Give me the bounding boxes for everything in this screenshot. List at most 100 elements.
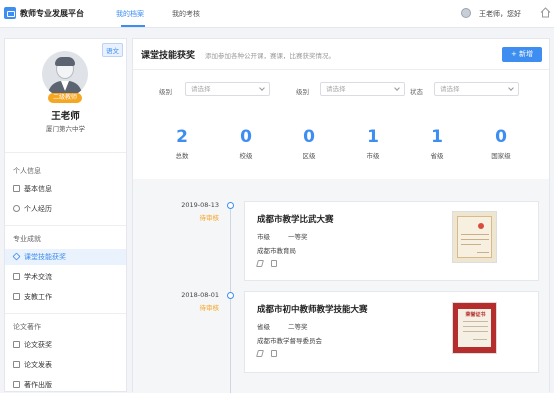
record-date: 2019-08-13 [181, 201, 219, 209]
add-button[interactable]: + 新增 [502, 47, 542, 62]
record-date: 2018-08-01 [181, 291, 219, 299]
paper-award-icon [13, 341, 20, 348]
sidebar-item-label: 论文获奖 [24, 341, 52, 349]
divider [5, 152, 126, 153]
subject-tag: 语文 [102, 43, 123, 57]
stat-value: 0 [495, 127, 507, 147]
award-prize: 一等奖 [288, 233, 308, 241]
sidebar-item-skill-awards[interactable]: 课堂技能获奖 [5, 249, 126, 265]
top-bar: 教师专业发展平台 我的档案 我的考核 王老师，您好 [0, 0, 554, 28]
select-placeholder: 请选择 [191, 85, 211, 93]
profile-avatar [42, 51, 88, 97]
section-papers: 论文著作 [13, 323, 41, 331]
filter-label: 状态 [410, 88, 423, 96]
stat-value: 1 [431, 127, 443, 147]
stat-value: 0 [303, 127, 315, 147]
chevron-down-icon [259, 85, 265, 91]
level-badge: 二级教师 [48, 93, 82, 103]
sidebar-item-label: 论文发表 [24, 361, 52, 369]
sidebar-item-label: 著作出版 [24, 381, 52, 389]
award-title: 成都市教学比武大赛 [257, 215, 334, 225]
section-personal-info: 个人信息 [13, 167, 41, 175]
divider [5, 313, 126, 314]
book-icon [13, 381, 20, 388]
stat-label: 总数 [175, 152, 189, 160]
sidebar-item-label: 支教工作 [24, 293, 52, 301]
page-title: 课堂技能获奖 [141, 51, 196, 61]
sidebar-item-paper-publish[interactable]: 论文发表 [5, 357, 126, 373]
stat-school: 0 校级 [216, 127, 276, 160]
main-panel: 课堂技能获奖 添加参加各种公开课，赛课，比赛获奖情况。 + 新增 级别 请选择 … [132, 38, 550, 393]
level-select[interactable]: 请选择 [185, 82, 270, 96]
edit-icon[interactable] [256, 350, 264, 357]
sidebar-item-book-publish[interactable]: 著作出版 [5, 377, 126, 393]
divider [133, 69, 549, 70]
sidebar: 语文 二级教师 王老师 厦门第六中学 个人信息 基本信息 个人经历 专业成就 课… [4, 38, 127, 392]
status-select[interactable]: 请选择 [434, 82, 519, 96]
divider [5, 225, 126, 226]
stat-city: 1 市级 [343, 127, 403, 160]
timeline-dot [227, 292, 234, 299]
app-title: 教师专业发展平台 [20, 9, 84, 18]
person-icon [13, 205, 20, 212]
delete-icon[interactable] [271, 350, 277, 357]
profile-name: 王老师 [51, 111, 80, 122]
user-avatar[interactable] [461, 8, 471, 18]
stat-label: 国家级 [491, 152, 511, 160]
section-achievements: 专业成就 [13, 235, 41, 243]
stat-value: 2 [176, 127, 188, 147]
file-icon [13, 185, 20, 192]
level-select-2[interactable]: 请选择 [320, 82, 405, 96]
award-card[interactable]: 成都市初中教师教学技能大赛 省级 二等奖 成都市教学督导委员会 荣誉证书 [244, 291, 539, 373]
award-card[interactable]: 成都市教学比武大赛 市级 一等奖 成都市教育局 [244, 201, 539, 281]
award-organizer: 成都市教学督导委员会 [257, 337, 322, 345]
tab-my-profile[interactable]: 我的档案 [116, 9, 144, 19]
chevron-down-icon [394, 85, 400, 91]
stat-total: 2 总数 [152, 127, 212, 160]
home-icon[interactable] [540, 7, 551, 18]
logo-icon [4, 7, 16, 19]
stat-value: 1 [367, 127, 379, 147]
stat-national: 0 国家级 [471, 127, 531, 160]
support-icon [13, 293, 20, 300]
stat-district: 0 区级 [279, 127, 339, 160]
certificate-image[interactable]: 荣誉证书 [452, 302, 497, 354]
sidebar-item-label: 个人经历 [24, 205, 52, 213]
sidebar-item-paper-awards[interactable]: 论文获奖 [5, 337, 126, 353]
award-prize: 二等奖 [288, 323, 308, 331]
paper-icon [13, 361, 20, 368]
timeline-dot [227, 202, 234, 209]
tab-my-assessment[interactable]: 我的考核 [172, 9, 200, 19]
award-title: 成都市初中教师教学技能大赛 [257, 305, 368, 315]
stat-label: 区级 [302, 152, 316, 160]
exchange-icon [13, 273, 20, 280]
award-level: 省级 [257, 323, 270, 331]
sidebar-item-label: 学术交流 [24, 273, 52, 281]
award-level: 市级 [257, 233, 270, 241]
edit-icon[interactable] [256, 260, 264, 267]
sidebar-item-basic-info[interactable]: 基本信息 [5, 181, 126, 197]
delete-icon[interactable] [271, 260, 277, 267]
certificate-heading: 荣誉证书 [465, 312, 486, 318]
sidebar-item-label: 基本信息 [24, 185, 52, 193]
award-organizer: 成都市教育局 [257, 247, 296, 255]
select-placeholder: 请选择 [440, 85, 460, 93]
sidebar-item-experience[interactable]: 个人经历 [5, 201, 126, 217]
chevron-down-icon [508, 85, 514, 91]
filter-label: 级别 [296, 88, 309, 96]
stat-label: 市级 [366, 152, 380, 160]
stat-province: 1 省级 [407, 127, 467, 160]
sidebar-item-teaching-support[interactable]: 支教工作 [5, 289, 126, 305]
stat-value: 0 [240, 127, 252, 147]
user-greeting[interactable]: 王老师，您好 [479, 9, 521, 19]
stat-label: 校级 [239, 152, 253, 160]
record-status: 待审核 [199, 214, 220, 222]
certificate-image[interactable] [452, 211, 497, 263]
filter-label: 级别 [159, 88, 172, 96]
sidebar-item-academic-exchange[interactable]: 学术交流 [5, 269, 126, 285]
record-status: 待审核 [199, 304, 220, 312]
select-placeholder: 请选择 [326, 85, 346, 93]
sidebar-item-label: 课堂技能获奖 [24, 253, 66, 261]
stat-label: 省级 [430, 152, 444, 160]
profile-school: 厦门第六中学 [46, 125, 85, 133]
